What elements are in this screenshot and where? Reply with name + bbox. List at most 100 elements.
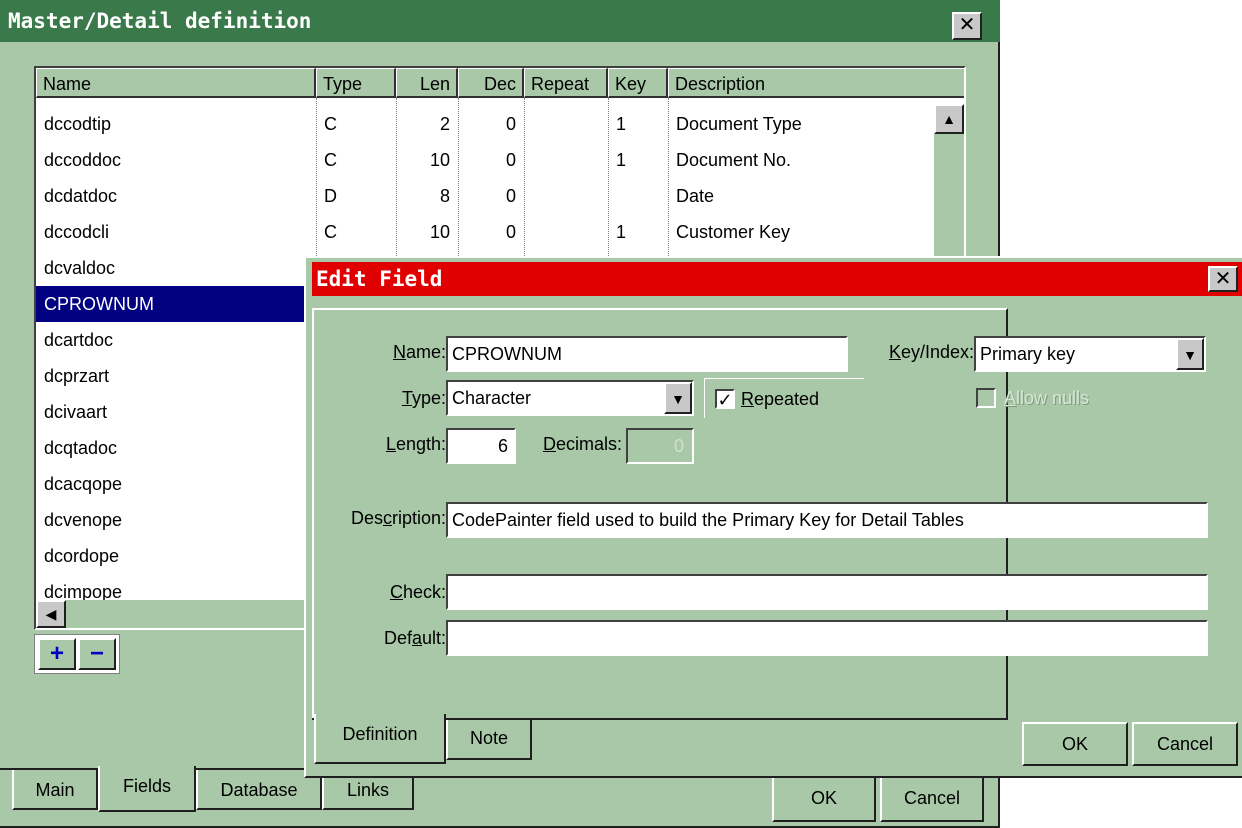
checkmark-icon: ✓ (717, 390, 733, 410)
name-input[interactable]: CPROWNUM (446, 336, 848, 372)
key-index-label: Key/Index: (888, 342, 974, 362)
cell-name: dcdatdoc (44, 186, 118, 206)
cell-dec: 0 (505, 114, 516, 134)
edit-field-dialog: Edit Field ✕ Name: CPROWNUM Key/Index: P… (304, 256, 1242, 778)
tab-label: Database (220, 780, 298, 800)
cell-name: dcprzart (44, 366, 110, 386)
cell-name: dcacqope (44, 474, 123, 494)
tab-label: Links (346, 780, 390, 800)
master-ok-button[interactable]: OK (772, 776, 876, 822)
key-index-dropdown-button[interactable]: ▼ (1176, 338, 1204, 370)
tab-note[interactable]: Note (446, 720, 532, 760)
table-row-selected[interactable]: CPROWNUM (36, 286, 316, 322)
cell-name: dccoddoc (44, 150, 122, 170)
type-dropdown-button[interactable]: ▼ (664, 382, 692, 414)
grid-header: Name Type Len Dec Repeat Key Description (36, 68, 964, 98)
scroll-left-button[interactable]: ◀ (36, 600, 66, 628)
cell-dec: 0 (505, 186, 516, 206)
table-row[interactable]: dccoddoc C 10 0 1 Document No. (36, 142, 934, 178)
add-field-button[interactable]: + (38, 638, 76, 670)
button-label: OK (810, 788, 837, 808)
edit-title-bar[interactable]: Edit Field (312, 262, 1242, 296)
cell-type: D (324, 186, 337, 206)
description-label: Description: (350, 508, 446, 528)
default-input[interactable] (446, 620, 1208, 656)
allow-nulls-checkbox-group[interactable]: Allow nulls (970, 378, 1120, 418)
tab-fields[interactable]: Fields (98, 766, 196, 812)
column-header-len[interactable]: Len (396, 68, 458, 98)
tab-label: Note (469, 728, 509, 748)
button-label: OK (1061, 734, 1088, 754)
repeated-checkbox-group[interactable]: ✓ Repeated (704, 378, 864, 418)
cell-name: dcvenope (44, 510, 123, 530)
scroll-up-button[interactable]: ▲ (934, 104, 964, 134)
decimals-input[interactable]: 0 (626, 428, 694, 464)
minus-icon: − (89, 640, 104, 667)
cell-len: 10 (429, 222, 450, 242)
length-label: Length: (385, 434, 446, 454)
cell-type: C (324, 150, 337, 170)
button-label: Cancel (903, 788, 961, 808)
decimals-label: Decimals: (542, 434, 622, 454)
cell-len: 8 (439, 186, 450, 206)
tab-label: Main (35, 780, 75, 800)
table-row[interactable]: dcdatdoc D 8 0 Date (36, 178, 934, 214)
type-select[interactable]: Character (446, 380, 694, 416)
cell-dec: 0 (505, 222, 516, 242)
cell-name: dcordope (44, 546, 120, 566)
table-row[interactable]: dccodcli C 10 0 1 Customer Key (36, 214, 934, 250)
cell-name: dcimpope (44, 582, 123, 600)
tab-definition[interactable]: Definition (314, 714, 446, 764)
check-input[interactable] (446, 574, 1208, 610)
check-label: Check: (389, 582, 446, 602)
cell-name: dcivaart (44, 402, 108, 422)
master-cancel-button[interactable]: Cancel (880, 776, 984, 822)
tab-main[interactable]: Main (12, 770, 98, 810)
tab-label: Definition (342, 724, 418, 744)
table-row[interactable]: dccodtip C 2 0 1 Document Type (36, 106, 934, 142)
column-header-description[interactable]: Description (668, 68, 964, 98)
cell-name: dccodtip (44, 114, 112, 134)
cell-len: 10 (429, 150, 450, 170)
cell-type: C (324, 114, 337, 134)
column-header-type[interactable]: Type (316, 68, 396, 98)
cell-description: Date (676, 186, 715, 206)
arrow-left-icon: ◀ (45, 606, 57, 622)
type-value: Character (452, 388, 532, 408)
cell-dec: 0 (505, 150, 516, 170)
description-input[interactable]: CodePainter field used to build the Prim… (446, 502, 1208, 538)
remove-field-button[interactable]: − (78, 638, 116, 670)
length-input[interactable]: 6 (446, 428, 516, 464)
cell-name: dcartdoc (44, 330, 114, 350)
master-close-button[interactable]: ✕ (952, 12, 982, 40)
column-header-dec[interactable]: Dec (458, 68, 524, 98)
cell-len: 2 (439, 114, 450, 134)
repeated-label: Repeated (741, 389, 820, 409)
cell-key: 1 (616, 150, 627, 170)
column-header-key[interactable]: Key (608, 68, 668, 98)
arrow-up-icon: ▲ (942, 111, 956, 127)
edit-close-button[interactable]: ✕ (1208, 266, 1238, 292)
edit-cancel-button[interactable]: Cancel (1132, 722, 1238, 766)
edit-ok-button[interactable]: OK (1022, 722, 1128, 766)
cell-name: dcvaldoc (44, 258, 116, 278)
master-title-text: Master/Detail definition (8, 9, 312, 33)
cell-name: CPROWNUM (44, 294, 154, 314)
repeated-checkbox[interactable]: ✓ (715, 389, 735, 409)
cell-description: Customer Key (676, 222, 791, 242)
default-label: Default: (383, 628, 446, 648)
allow-nulls-checkbox[interactable] (976, 388, 996, 408)
master-title-bar[interactable]: Master/Detail definition (0, 0, 1000, 42)
tab-label: Fields (122, 776, 171, 796)
type-label: Type: (401, 388, 446, 408)
allow-nulls-label: Allow nulls (1004, 388, 1090, 408)
key-index-select[interactable]: Primary key (974, 336, 1206, 372)
cell-key (608, 178, 668, 214)
plus-icon: + (49, 640, 64, 667)
column-header-repeat[interactable]: Repeat (524, 68, 608, 98)
column-header-name[interactable]: Name (36, 68, 316, 98)
cell-type: C (324, 222, 337, 242)
cell-key: 1 (616, 114, 627, 134)
cell-name: dccodcli (44, 222, 110, 242)
name-label: Name: (392, 342, 446, 362)
